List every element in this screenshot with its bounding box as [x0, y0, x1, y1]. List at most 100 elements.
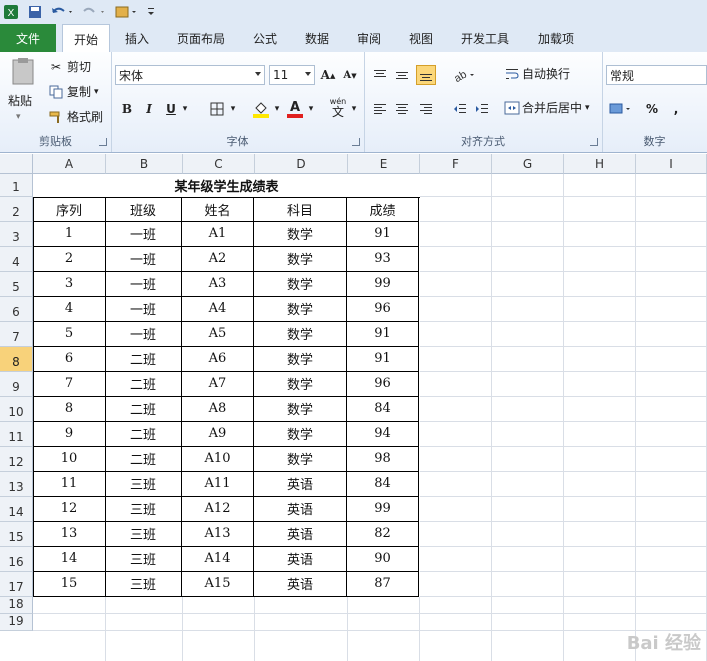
table-cell[interactable]: 90: [347, 546, 419, 572]
table-cell[interactable]: A14: [182, 546, 254, 572]
table-cell[interactable]: 英语: [254, 471, 347, 497]
number-format-combo[interactable]: 常规: [606, 65, 707, 85]
tab-insert[interactable]: 插入: [114, 24, 160, 52]
table-cell[interactable]: A10: [182, 446, 254, 472]
orientation-icon[interactable]: ab: [450, 65, 478, 85]
table-cell[interactable]: 98: [347, 446, 419, 472]
font-size-combo[interactable]: 11: [269, 65, 315, 85]
table-cell[interactable]: 3: [33, 271, 106, 297]
table-cell[interactable]: A3: [182, 271, 254, 297]
table-cell[interactable]: 一班: [105, 271, 182, 297]
table-cell[interactable]: 英语: [254, 546, 347, 572]
undo-icon[interactable]: [48, 3, 76, 20]
bold-button[interactable]: B: [117, 99, 137, 119]
format-painter-button[interactable]: 格式刷: [48, 108, 103, 125]
copy-button[interactable]: 复制 ▾: [48, 83, 99, 100]
table-cell[interactable]: A11: [182, 471, 254, 497]
row-header[interactable]: 8: [0, 347, 33, 372]
table-cell[interactable]: 82: [347, 521, 419, 547]
table-cell[interactable]: 91: [347, 346, 419, 372]
alignment-launcher-icon[interactable]: [590, 138, 598, 146]
row-header[interactable]: 16: [0, 547, 33, 572]
comma-button[interactable]: ,: [666, 99, 686, 119]
font-name-dropdown-icon[interactable]: [255, 72, 261, 76]
tab-developer[interactable]: 开发工具: [452, 24, 518, 52]
cut-button[interactable]: ✂ 剪切: [48, 58, 91, 75]
row-header[interactable]: 17: [0, 572, 33, 597]
column-header[interactable]: F: [420, 154, 492, 174]
select-all-corner[interactable]: [0, 154, 33, 174]
table-cell[interactable]: 数学: [254, 396, 347, 422]
table-cell[interactable]: 14: [33, 546, 106, 572]
wrap-text-button[interactable]: 自动换行: [504, 65, 570, 82]
table-cell[interactable]: 94: [347, 421, 419, 447]
tab-review[interactable]: 审阅: [348, 24, 390, 52]
align-center-icon[interactable]: [392, 99, 412, 119]
table-cell[interactable]: 99: [347, 496, 419, 522]
table-cell[interactable]: 一班: [105, 221, 182, 247]
table-cell[interactable]: 数学: [254, 421, 347, 447]
table-cell[interactable]: 二班: [105, 371, 182, 397]
fill-color-icon[interactable]: [251, 99, 271, 119]
paste-icon[interactable]: [6, 56, 40, 86]
table-cell[interactable]: A2: [182, 246, 254, 272]
sheet-title-cell[interactable]: 某年级学生成绩表: [33, 174, 420, 197]
table-cell[interactable]: 91: [347, 321, 419, 347]
row-header[interactable]: 3: [0, 222, 33, 247]
table-cell[interactable]: 9: [33, 421, 106, 447]
table-cell[interactable]: 数学: [254, 296, 347, 322]
row-header[interactable]: 9: [0, 372, 33, 397]
table-cell[interactable]: 三班: [105, 471, 182, 497]
font-color-dropdown-icon[interactable]: ▾: [305, 99, 317, 119]
table-cell[interactable]: A4: [182, 296, 254, 322]
row-header[interactable]: 14: [0, 497, 33, 522]
table-cell[interactable]: 12: [33, 496, 106, 522]
table-cell[interactable]: 三班: [105, 546, 182, 572]
paste-button[interactable]: 粘贴: [8, 92, 32, 109]
align-top-icon[interactable]: [370, 65, 390, 85]
align-right-icon[interactable]: [416, 99, 436, 119]
increase-indent-icon[interactable]: [472, 99, 492, 119]
table-cell[interactable]: 二班: [105, 446, 182, 472]
table-cell[interactable]: 6: [33, 346, 106, 372]
table-cell[interactable]: 10: [33, 446, 106, 472]
tab-home[interactable]: 开始: [62, 24, 110, 53]
table-cell[interactable]: 三班: [105, 571, 182, 597]
table-cell[interactable]: 93: [347, 246, 419, 272]
align-middle-icon[interactable]: [392, 65, 412, 85]
underline-button[interactable]: U: [161, 99, 181, 119]
border-dropdown-icon[interactable]: ▾: [227, 99, 239, 119]
table-cell[interactable]: A9: [182, 421, 254, 447]
column-header[interactable]: A: [33, 154, 106, 174]
spreadsheet-grid[interactable]: A B C D E F G H I 1 2 3 4 5 6 7 8 9 10 11 12 13 14 15 16 17 18 19 某年…: [0, 154, 707, 661]
customize-tool-icon[interactable]: [112, 3, 140, 20]
copy-dropdown-icon[interactable]: ▾: [94, 87, 99, 97]
save-icon[interactable]: [26, 3, 44, 20]
table-cell[interactable]: 5: [33, 321, 106, 347]
tab-add-ins[interactable]: 加载项: [528, 24, 584, 52]
table-cell[interactable]: 数学: [254, 446, 347, 472]
row-header[interactable]: 4: [0, 247, 33, 272]
table-cell[interactable]: 英语: [254, 496, 347, 522]
table-cell[interactable]: 1: [33, 221, 106, 247]
grow-font-button[interactable]: A ▲: [318, 65, 338, 85]
table-cell[interactable]: A15: [182, 571, 254, 597]
table-header-cell[interactable]: 姓名: [182, 197, 254, 222]
table-cell[interactable]: A5: [182, 321, 254, 347]
table-cell[interactable]: A6: [182, 346, 254, 372]
table-cell[interactable]: 84: [347, 471, 419, 497]
row-header[interactable]: 1: [0, 174, 33, 197]
table-cell[interactable]: 11: [33, 471, 106, 497]
tab-data[interactable]: 数据: [296, 24, 338, 52]
table-cell[interactable]: 一班: [105, 296, 182, 322]
table-cell[interactable]: 二班: [105, 421, 182, 447]
clipboard-launcher-icon[interactable]: [99, 138, 107, 146]
table-cell[interactable]: 96: [347, 296, 419, 322]
table-cell[interactable]: 数学: [254, 221, 347, 247]
table-cell[interactable]: 数学: [254, 271, 347, 297]
tab-page-layout[interactable]: 页面布局: [170, 24, 232, 52]
column-header[interactable]: D: [255, 154, 348, 174]
table-cell[interactable]: 一班: [105, 321, 182, 347]
row-header[interactable]: 13: [0, 472, 33, 497]
phonetic-button[interactable]: wén 文: [325, 97, 351, 118]
